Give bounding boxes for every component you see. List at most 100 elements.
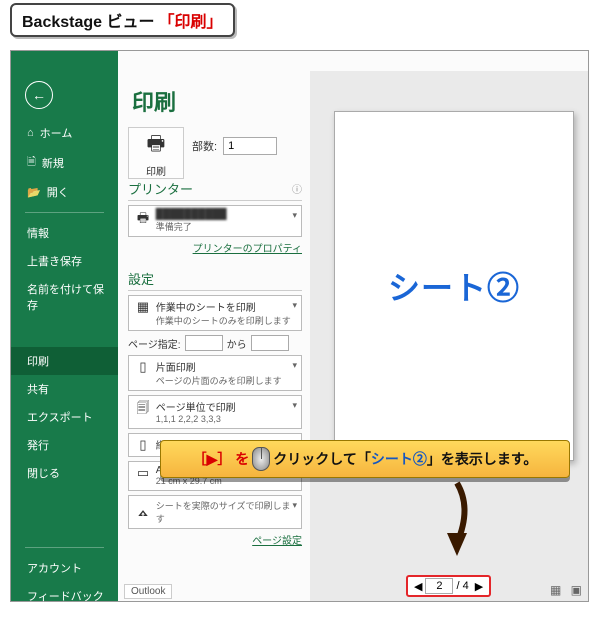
back-button[interactable]: ← <box>25 81 53 109</box>
info-icon[interactable]: ⓘ <box>292 181 302 196</box>
nav-save[interactable]: 上書き保存 <box>11 247 118 275</box>
print-settings-pane: 印刷 🖶 印刷 部数: プリンター ⓘ 🖶 ██████████ 準備完了 ▾ <box>118 71 310 601</box>
chevron-down-icon: ▾ <box>292 400 297 411</box>
next-page-button[interactable]: ▶ <box>475 580 483 593</box>
show-margins-button[interactable]: ▦ <box>550 583 561 597</box>
nav-new[interactable]: 🗎 新規 <box>11 147 118 178</box>
nav-label: フィードバック <box>27 588 104 604</box>
current-page-input[interactable] <box>425 578 453 594</box>
printer-select[interactable]: 🖶 ██████████ 準備完了 ▾ <box>128 205 302 237</box>
nav-divider <box>25 547 104 548</box>
scaling-select[interactable]: 🢕 シートを実際のサイズで印刷します ▾ <box>128 495 302 529</box>
opt-line2: 1,1,1 2,2,2 3,3,3 <box>156 414 236 424</box>
print-button[interactable]: 🖶 印刷 <box>128 127 184 179</box>
copies-row: 部数: <box>192 127 302 155</box>
nav-print[interactable]: 印刷 <box>11 347 118 375</box>
total-pages: / 4 <box>456 580 468 592</box>
nav-label: 情報 <box>27 225 49 241</box>
excel-backstage-window: ← ⌂ ホーム 🗎 新規 📂 開く 情報 上書き保存 名前を付けて保存 印刷 共有 エ… <box>10 50 589 602</box>
callout-arrow-icon: ▶ <box>207 451 218 468</box>
nav-label: ホーム <box>40 125 73 141</box>
page-heading: 印刷 <box>132 85 302 117</box>
new-icon: 🗎 <box>27 153 36 172</box>
printer-properties-link[interactable]: プリンターのプロパティ <box>128 240 302 255</box>
preview-sheet-label: シート② <box>388 263 520 309</box>
pointer-arrow <box>432 478 482 568</box>
printer-status: 準備完了 <box>156 220 227 233</box>
collate-select[interactable]: 🗐 ページ単位で印刷 1,1,1 2,2,2 3,3,3 ▾ <box>128 395 302 429</box>
copies-input[interactable] <box>223 137 277 155</box>
sheets-icon: ▦ <box>133 299 153 315</box>
paper-icon: ▭ <box>133 465 153 481</box>
home-icon: ⌂ <box>27 127 34 139</box>
opt-line2: 作業中のシートのみを印刷します <box>156 314 291 327</box>
opt-line1: 作業中のシートを印刷 <box>156 299 291 314</box>
nav-open[interactable]: 📂 開く <box>11 178 118 206</box>
preview-page: シート② <box>334 111 574 461</box>
copies-label: 部数: <box>192 138 217 154</box>
printer-name: ██████████ <box>156 209 227 220</box>
nav-label: アカウント <box>27 560 82 576</box>
page-range-row: ページ指定: から <box>128 335 302 351</box>
nav-label: 印刷 <box>27 353 49 369</box>
page-range-to: から <box>227 336 247 351</box>
open-icon: 📂 <box>27 186 41 199</box>
nav-label: 名前を付けて保存 <box>27 281 110 313</box>
nav-label: 共有 <box>27 381 49 397</box>
nav-divider <box>25 212 104 213</box>
sides-select[interactable]: ▯ 片面印刷 ページの片面のみを印刷します ▾ <box>128 355 302 391</box>
annotation-callout: Backstage ビュー 「印刷」 <box>10 3 235 37</box>
nav-publish[interactable]: 発行 <box>11 431 118 459</box>
collate-icon: 🗐 <box>133 399 153 421</box>
opt-line2: シートを実際のサイズで印刷します <box>156 499 296 525</box>
nav-label: 新規 <box>42 155 64 171</box>
opt-line2: ページの片面のみを印刷します <box>156 374 282 387</box>
nav-label: 発行 <box>27 437 49 453</box>
settings-section-header: 設定 <box>128 269 302 291</box>
annotation-prefix: Backstage ビュー <box>22 8 155 32</box>
printer-section-header: プリンター ⓘ <box>128 179 302 201</box>
nav-feedback[interactable]: フィードバック <box>11 582 118 610</box>
page-from-input[interactable] <box>185 335 223 351</box>
onesided-icon: ▯ <box>133 359 153 375</box>
print-what-select[interactable]: ▦ 作業中のシートを印刷 作業中のシートのみを印刷します ▾ <box>128 295 302 331</box>
settings-heading: 設定 <box>128 269 154 288</box>
nav-account[interactable]: アカウント <box>11 554 118 582</box>
nav-saveas[interactable]: 名前を付けて保存 <box>11 275 118 319</box>
chevron-down-icon: ▾ <box>292 210 297 221</box>
nav-close[interactable]: 閉じる <box>11 459 118 487</box>
backstage-main: 印刷 🖶 印刷 部数: プリンター ⓘ 🖶 ██████████ 準備完了 ▾ <box>118 51 588 601</box>
outlook-tab[interactable]: Outlook <box>124 584 172 599</box>
nav-export[interactable]: エクスポート <box>11 403 118 431</box>
printer-heading: プリンター <box>128 179 193 198</box>
nav-disabled <box>11 319 118 347</box>
nav-home[interactable]: ⌂ ホーム <box>11 119 118 147</box>
nav-label <box>27 325 38 341</box>
backstage-sidebar: ← ⌂ ホーム 🗎 新規 📂 開く 情報 上書き保存 名前を付けて保存 印刷 共有 エ… <box>11 51 118 601</box>
nav-info[interactable]: 情報 <box>11 219 118 247</box>
nav-options[interactable]: オプション <box>11 610 118 638</box>
opt-line1: 片面印刷 <box>156 359 282 374</box>
nav-label: オプション <box>27 616 82 632</box>
chevron-down-icon: ▾ <box>292 500 297 511</box>
opt-line1: ページ単位で印刷 <box>156 399 236 414</box>
nav-label: エクスポート <box>27 409 93 425</box>
preview-zoom-controls: ▦ ▣ <box>544 583 582 597</box>
callout-text: 」を表示します。 <box>427 449 538 469</box>
nav-label: 閉じる <box>27 465 60 481</box>
mouse-icon <box>252 447 270 471</box>
nav-share[interactable]: 共有 <box>11 375 118 403</box>
callout-sheet: シート② <box>371 449 427 469</box>
callout-bracket: ［ <box>193 449 207 469</box>
zoom-to-page-button[interactable]: ▣ <box>571 583 582 597</box>
page-setup-link[interactable]: ページ設定 <box>128 532 302 547</box>
printer-status-icon: 🖶 <box>133 209 153 231</box>
callout-text: クリックして「 <box>273 449 371 469</box>
page-to-input[interactable] <box>251 335 289 351</box>
callout-bracket: ］ を <box>217 449 249 469</box>
nav-label: 上書き保存 <box>27 253 82 269</box>
prev-page-button[interactable]: ◀ <box>414 580 422 593</box>
nav-label: 開く <box>47 184 69 200</box>
portrait-icon: ▯ <box>133 437 153 453</box>
instruction-callout: ［ ▶ ］ を クリックして「 シート② 」を表示します。 <box>160 440 570 478</box>
